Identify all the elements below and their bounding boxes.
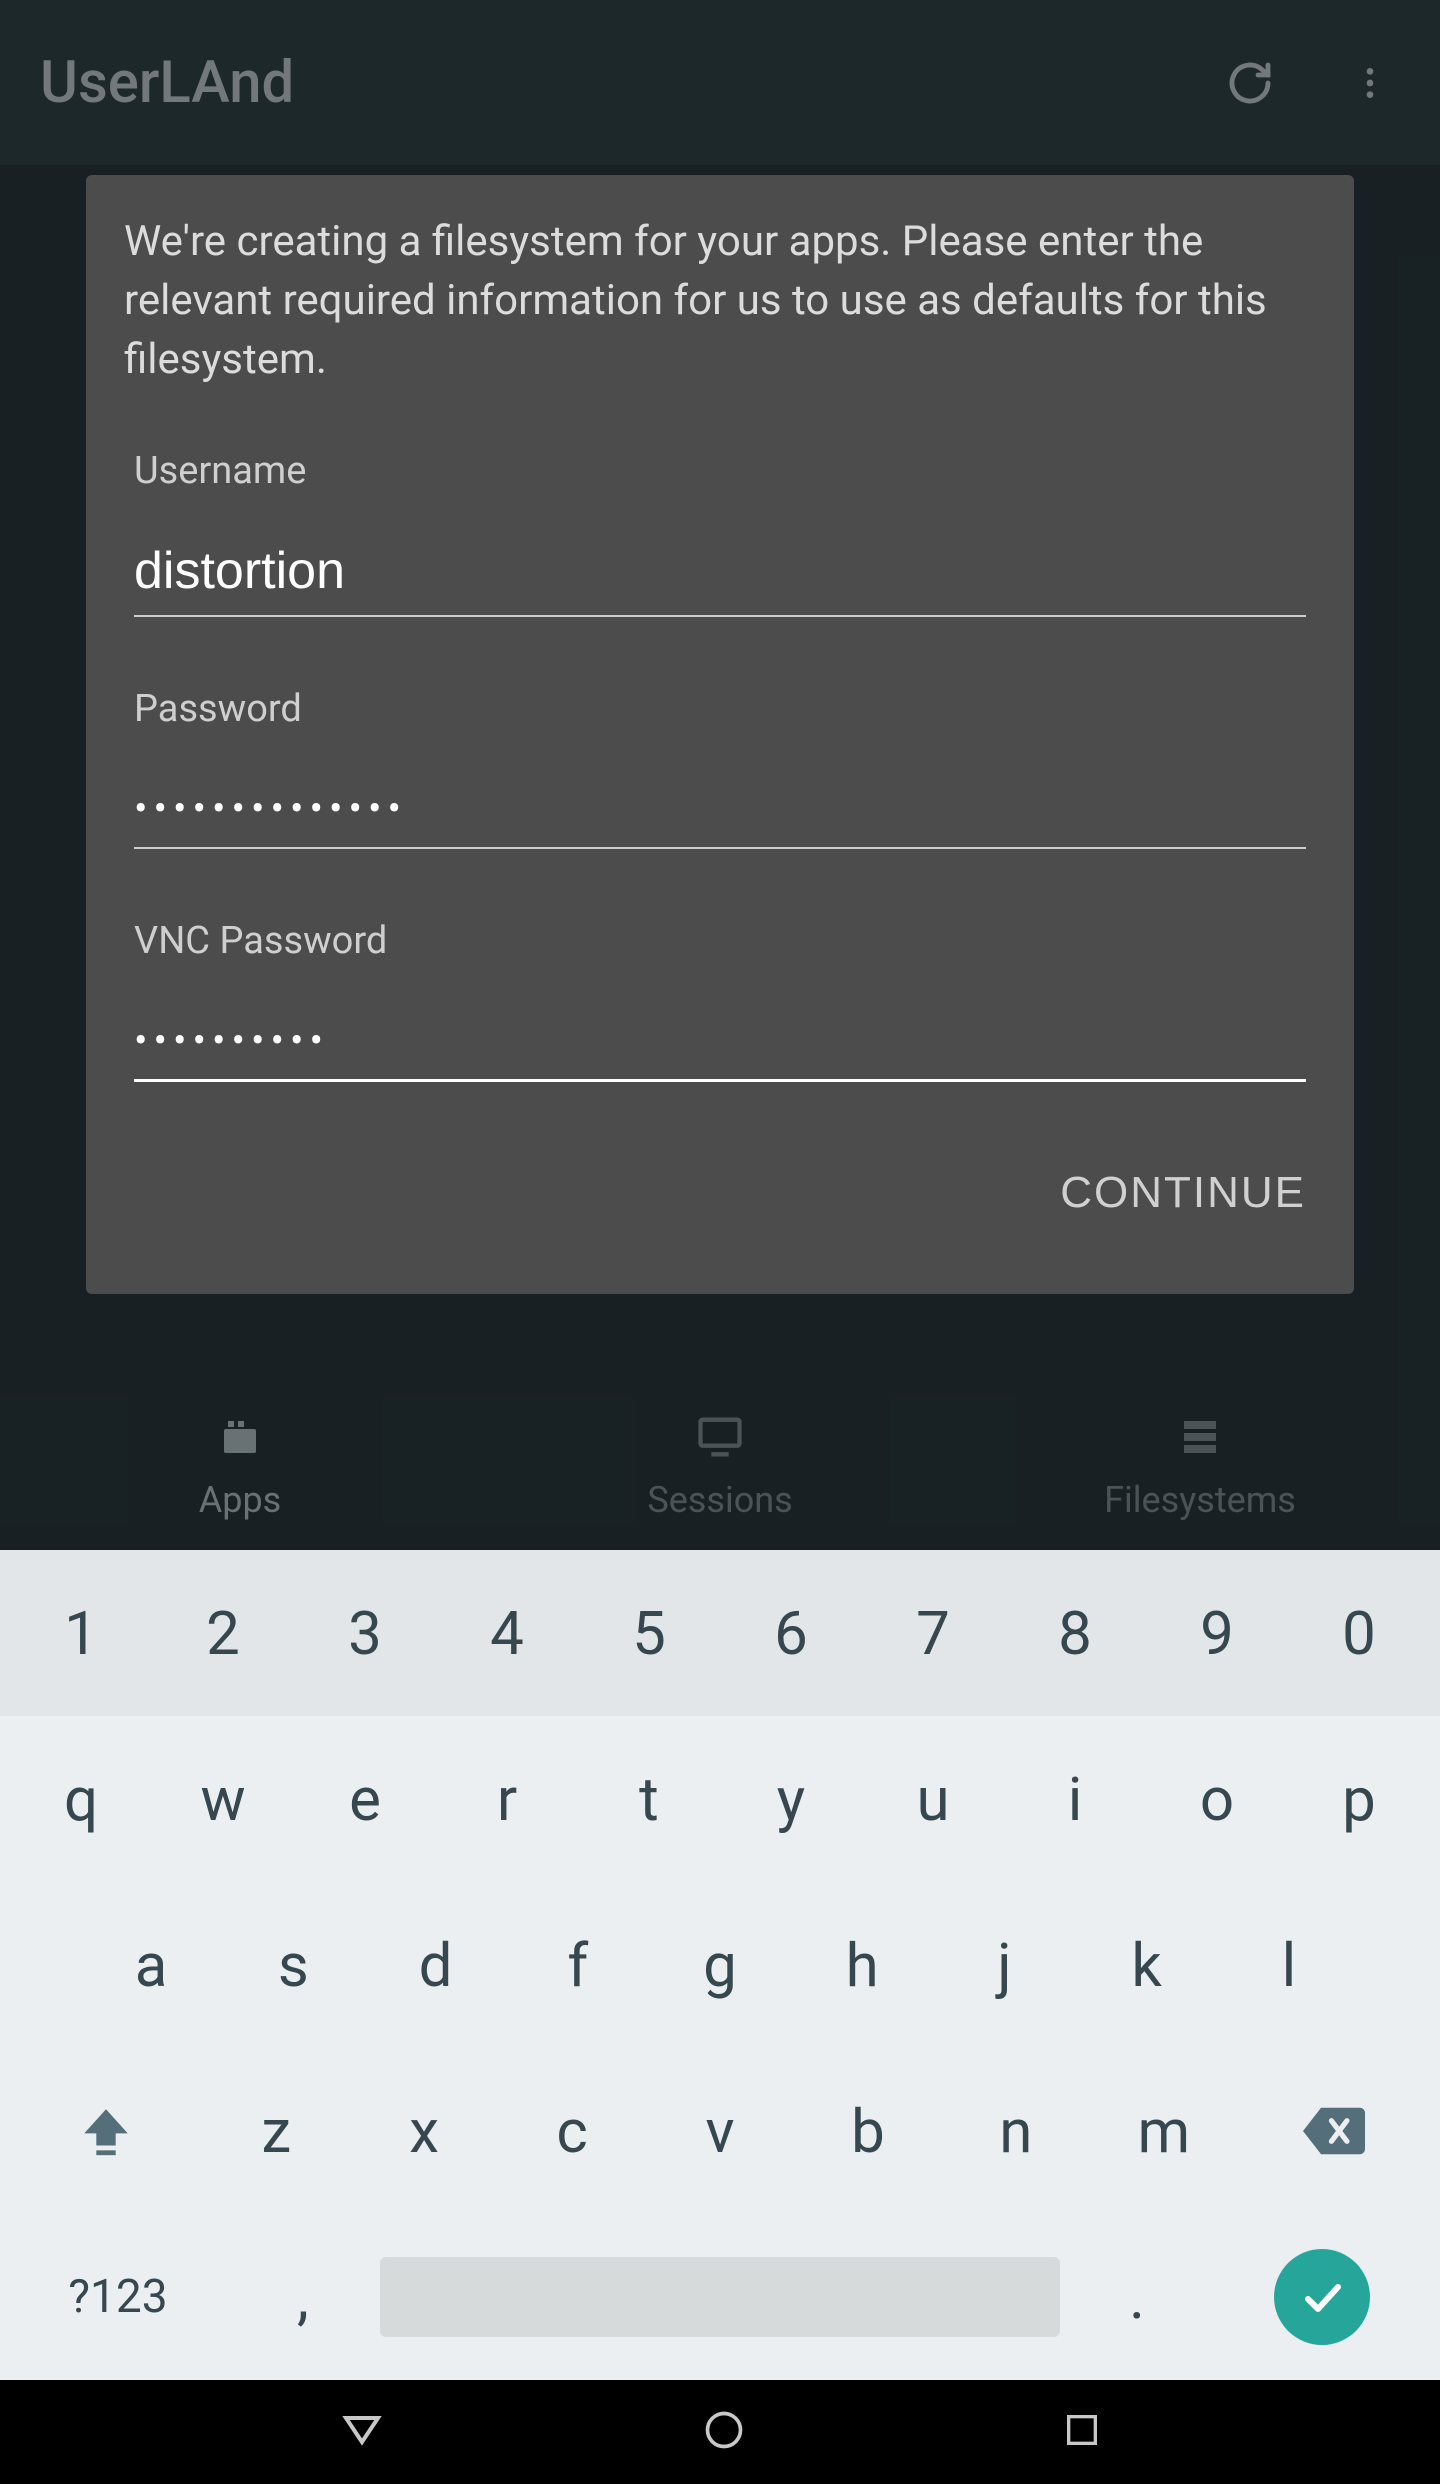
key-l[interactable]: l xyxy=(1218,1882,1360,2048)
dialog-actions: CONTINUE xyxy=(124,1152,1316,1234)
key-j[interactable]: j xyxy=(933,1882,1075,2048)
key-o[interactable]: o xyxy=(1146,1716,1288,1882)
key-d[interactable]: d xyxy=(364,1882,506,2048)
key-3[interactable]: 3 xyxy=(294,1550,436,1716)
key-q[interactable]: q xyxy=(10,1716,152,1882)
key-x[interactable]: x xyxy=(350,2048,498,2214)
nav-back-icon xyxy=(338,2406,386,2454)
vnc-password-label: VNC Password xyxy=(134,919,1306,963)
key-u[interactable]: u xyxy=(862,1716,1004,1882)
key-g[interactable]: g xyxy=(649,1882,791,2048)
keyboard-row-3: z x c v b n m xyxy=(0,2048,1440,2214)
key-a[interactable]: a xyxy=(80,1882,222,2048)
check-icon xyxy=(1298,2273,1346,2321)
enter-key[interactable] xyxy=(1214,2214,1430,2380)
key-r[interactable]: r xyxy=(436,1716,578,1882)
key-0[interactable]: 0 xyxy=(1288,1550,1430,1716)
key-b[interactable]: b xyxy=(794,2048,942,2214)
space-bar-icon xyxy=(380,2257,1060,2337)
vnc-password-input[interactable]: •••••••••• xyxy=(134,1003,1306,1082)
key-w[interactable]: w xyxy=(152,1716,294,1882)
key-7[interactable]: 7 xyxy=(862,1550,1004,1716)
nav-back-button[interactable] xyxy=(338,2406,386,2458)
key-4[interactable]: 4 xyxy=(436,1550,578,1716)
backspace-key[interactable] xyxy=(1238,2048,1430,2214)
key-1[interactable]: 1 xyxy=(10,1550,152,1716)
soft-keyboard: 1 2 3 4 5 6 7 8 9 0 q w e r t y u i o p … xyxy=(0,1550,1440,2380)
key-e[interactable]: e xyxy=(294,1716,436,1882)
key-c[interactable]: c xyxy=(498,2048,646,2214)
backspace-icon xyxy=(1303,2107,1365,2155)
symbols-key[interactable]: ?123 xyxy=(10,2214,226,2380)
space-key[interactable] xyxy=(380,2214,1060,2380)
key-p[interactable]: p xyxy=(1288,1716,1430,1882)
key-m[interactable]: m xyxy=(1090,2048,1238,2214)
keyboard-number-row: 1 2 3 4 5 6 7 8 9 0 xyxy=(0,1550,1440,1716)
keyboard-row-4: ?123 , . xyxy=(0,2214,1440,2380)
period-key[interactable]: . xyxy=(1060,2214,1214,2380)
password-input[interactable]: •••••••••••••• xyxy=(134,771,1306,849)
android-nav-bar xyxy=(0,2380,1440,2484)
key-z[interactable]: z xyxy=(202,2048,350,2214)
shift-key[interactable] xyxy=(10,2048,202,2214)
keyboard-row-2: a s d f g h j k l xyxy=(0,1882,1440,2048)
key-9[interactable]: 9 xyxy=(1146,1550,1288,1716)
key-v[interactable]: v xyxy=(646,2048,794,2214)
nav-recents-icon xyxy=(1062,2410,1102,2450)
key-h[interactable]: h xyxy=(791,1882,933,2048)
key-y[interactable]: y xyxy=(720,1716,862,1882)
key-s[interactable]: s xyxy=(222,1882,364,2048)
password-field-group: Password •••••••••••••• xyxy=(134,687,1306,849)
key-t[interactable]: t xyxy=(578,1716,720,1882)
key-8[interactable]: 8 xyxy=(1004,1550,1146,1716)
filesystem-credentials-dialog: We're creating a filesystem for your app… xyxy=(86,175,1354,1294)
key-5[interactable]: 5 xyxy=(578,1550,720,1716)
key-n[interactable]: n xyxy=(942,2048,1090,2214)
password-label: Password xyxy=(134,687,1306,731)
continue-button[interactable]: CONTINUE xyxy=(1050,1152,1316,1234)
nav-home-button[interactable] xyxy=(702,2408,746,2456)
nav-home-icon xyxy=(702,2408,746,2452)
username-label: Username xyxy=(134,449,1306,493)
key-i[interactable]: i xyxy=(1004,1716,1146,1882)
shift-icon xyxy=(77,2102,135,2160)
key-f[interactable]: f xyxy=(507,1882,649,2048)
dialog-description: We're creating a filesystem for your app… xyxy=(124,213,1316,389)
vnc-password-field-group: VNC Password •••••••••• xyxy=(134,919,1306,1082)
nav-recents-button[interactable] xyxy=(1062,2410,1102,2454)
screen: UserLAnd Apps Sessions xyxy=(0,0,1440,2484)
key-6[interactable]: 6 xyxy=(720,1550,862,1716)
username-input[interactable] xyxy=(134,533,1306,617)
comma-key[interactable]: , xyxy=(226,2214,380,2380)
keyboard-row-1: q w e r t y u i o p xyxy=(0,1716,1440,1882)
username-field-group: Username xyxy=(134,449,1306,617)
key-k[interactable]: k xyxy=(1076,1882,1218,2048)
key-2[interactable]: 2 xyxy=(152,1550,294,1716)
enter-fab xyxy=(1274,2249,1370,2345)
